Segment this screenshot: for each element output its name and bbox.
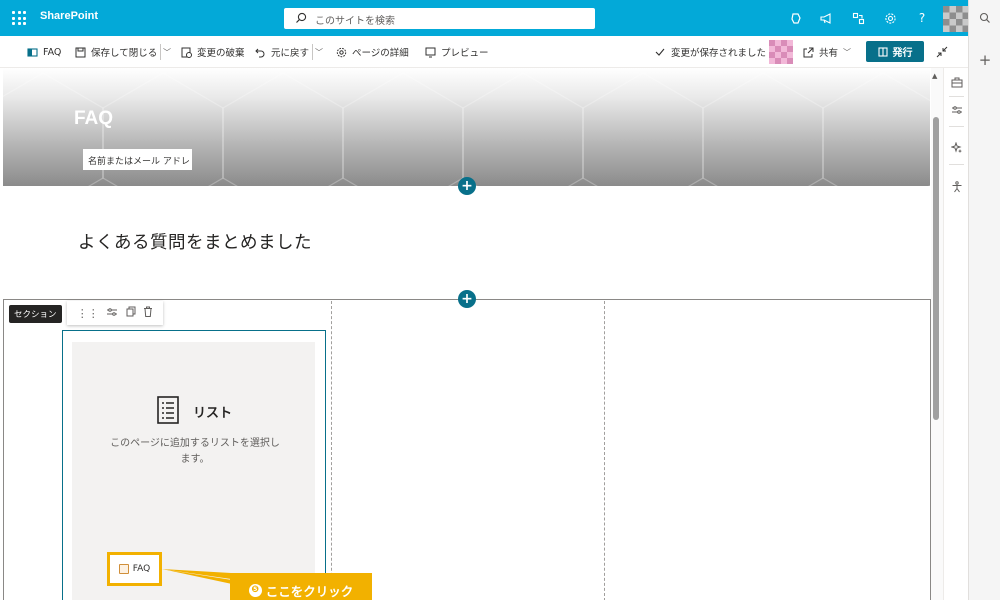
save-close-button[interactable]: 保存して閉じる <box>74 36 157 68</box>
preview-button[interactable]: プレビュー <box>424 36 489 68</box>
scrollbar-thumb[interactable] <box>933 117 939 420</box>
column-divider <box>331 301 332 600</box>
title-area[interactable]: FAQ 名前またはメール アドレ <box>3 68 930 186</box>
publish-icon <box>877 46 888 57</box>
properties-icon[interactable] <box>950 103 963 116</box>
discard-label: 変更の破棄 <box>197 48 245 59</box>
suite-bar: SharePoint このサイトを検索 ? <box>0 0 1000 36</box>
collapse-icon <box>936 46 948 58</box>
section-toolbar: ⋮⋮ <box>67 301 163 325</box>
step-number: ❺ <box>248 583 262 597</box>
page-name-label: FAQ <box>43 46 62 58</box>
copilot-icon[interactable] <box>788 10 804 26</box>
text-webpart[interactable]: よくある質問をまとめました <box>78 229 312 254</box>
divider <box>949 126 964 127</box>
annotation-callout: ❺ ここをクリック <box>230 573 372 600</box>
checkmark-icon <box>654 46 666 58</box>
chevron-down-icon: ﹀ <box>163 47 171 57</box>
column-divider <box>604 301 605 600</box>
page-canvas: FAQ 名前またはメール アドレ よくある質問をまとめました + + セクション… <box>0 68 968 600</box>
section-settings-icon[interactable] <box>106 307 118 320</box>
search-placeholder: このサイトを検索 <box>315 16 395 27</box>
divider <box>312 44 313 60</box>
list-webpart-description: このページに追加するリストを選択します。 <box>110 438 280 465</box>
share-icon <box>802 46 814 58</box>
preview-label: プレビュー <box>441 48 489 59</box>
add-icon[interactable]: + <box>978 51 992 69</box>
right-rail: + <box>968 36 1000 600</box>
list-icon <box>157 396 179 428</box>
gear-icon <box>335 46 347 58</box>
save-close-label: 保存して閉じる <box>91 48 158 59</box>
toolbox-icon[interactable] <box>950 76 963 89</box>
list-option-faq[interactable]: FAQ <box>107 552 162 586</box>
help-icon[interactable]: ? <box>914 10 930 26</box>
page-details-button[interactable]: ページの詳細 <box>335 36 409 68</box>
chevron-down-icon: ﹀ <box>315 47 323 57</box>
share-button[interactable]: 共有 ﹀ <box>802 36 851 68</box>
share-network-icon[interactable] <box>850 10 866 26</box>
undo-icon <box>254 46 266 58</box>
section-label: セクション <box>9 305 62 323</box>
saved-status: 変更が保存されました <box>654 36 766 68</box>
page-name: FAQ <box>26 36 61 68</box>
coauthor-avatar[interactable] <box>769 40 793 64</box>
drag-handle-icon[interactable]: ⋮⋮ <box>77 307 99 320</box>
user-avatar[interactable] <box>943 6 969 32</box>
saved-status-label: 変更が保存されました <box>671 48 767 59</box>
undo-options-dropdown[interactable]: ﹀ <box>315 36 323 68</box>
preview-icon <box>424 46 436 58</box>
app-name[interactable]: SharePoint <box>40 10 98 22</box>
callout-arrow <box>162 569 232 584</box>
chevron-down-icon: ﹀ <box>843 47 852 57</box>
waffle-icon[interactable] <box>12 11 26 25</box>
undo-label: 元に戻す <box>271 48 310 59</box>
undo-button[interactable]: 元に戻す <box>254 36 309 68</box>
list-webpart-title: リスト <box>193 406 233 421</box>
search-icon[interactable] <box>978 11 992 25</box>
command-bar: FAQ 保存して閉じる ﹀ 変更の破棄 元に戻す ﹀ ページの詳細 プレビュー <box>0 36 968 68</box>
save-options-dropdown[interactable]: ﹀ <box>163 36 171 68</box>
scroll-up-arrow[interactable]: ▲ <box>932 72 937 80</box>
design-ideas-icon[interactable] <box>950 141 963 154</box>
search-box[interactable]: このサイトを検索 <box>284 8 595 29</box>
page-icon <box>26 46 38 58</box>
collapse-button[interactable] <box>936 36 948 68</box>
discard-icon <box>180 46 192 58</box>
page-title[interactable]: FAQ <box>74 108 113 130</box>
delete-icon[interactable] <box>143 306 153 320</box>
add-section-button[interactable]: + <box>458 177 476 195</box>
divider <box>949 164 964 165</box>
duplicate-icon[interactable] <box>126 306 136 320</box>
page-details-label: ページの詳細 <box>352 48 409 59</box>
list-icon <box>118 564 129 574</box>
annotation-text: ここをクリック <box>265 583 354 599</box>
divider <box>949 96 964 97</box>
publish-label: 発行 <box>892 48 913 59</box>
settings-icon[interactable] <box>882 10 898 26</box>
list-option-label: FAQ <box>132 564 151 574</box>
right-rail-header <box>968 0 1000 36</box>
search-icon <box>296 12 307 23</box>
publish-button[interactable]: 発行 <box>866 41 924 62</box>
accessibility-icon[interactable] <box>950 180 963 193</box>
add-section-button[interactable]: + <box>458 290 476 308</box>
author-input[interactable]: 名前またはメール アドレ <box>83 149 192 170</box>
megaphone-icon[interactable] <box>818 10 834 26</box>
divider <box>160 44 161 60</box>
discard-button[interactable]: 変更の破棄 <box>180 36 245 68</box>
share-label: 共有 <box>819 48 839 59</box>
save-icon <box>74 46 86 58</box>
editor-toolbox-rail <box>943 68 968 600</box>
